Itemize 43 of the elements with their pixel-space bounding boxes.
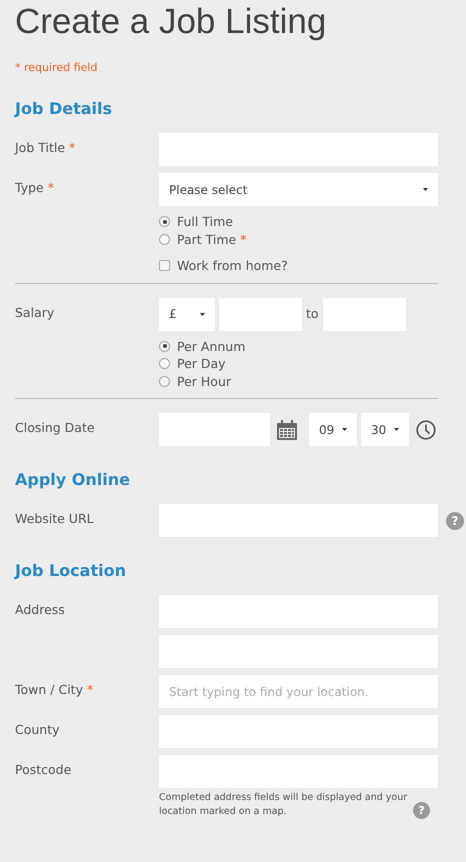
field-label: Address (15, 602, 65, 617)
checkbox[interactable] (159, 260, 170, 272)
clock-icon (416, 420, 436, 440)
required-mark: * (48, 180, 54, 195)
field-label: County (15, 722, 60, 737)
caret-icon (200, 312, 205, 316)
option-label: Per Annum (177, 338, 246, 354)
select-field[interactable]: 30 (361, 413, 409, 446)
caret-icon (394, 428, 399, 431)
option-label: Per Day (177, 356, 226, 372)
option-label: Full Time (177, 214, 233, 230)
field-label: Salary (15, 304, 54, 320)
to-label: to (306, 306, 319, 322)
option-label: Work from home? (177, 258, 288, 274)
radio-button[interactable] (159, 358, 170, 370)
radio-button[interactable] (159, 340, 170, 352)
required-note: * required field (15, 61, 98, 75)
input-field[interactable]: Start typing to find your location. (159, 675, 438, 708)
section-heading: Job Location (15, 561, 127, 581)
radio-button[interactable] (159, 234, 170, 245)
caret-icon (423, 188, 428, 191)
required-mark: * (69, 140, 76, 155)
page-title: Create a Job Listing (15, 1, 328, 43)
field-label: Postcode (15, 762, 72, 777)
radio-button[interactable] (159, 376, 170, 387)
radio-button[interactable] (159, 216, 170, 228)
field-label: Type (15, 180, 44, 195)
option-label: Part Time (177, 232, 236, 247)
help-text: Completed address fields will be displayed and your location marked on a map. (159, 791, 408, 819)
section-heading: Job Details (15, 99, 114, 119)
option-label: Per Hour (177, 374, 232, 389)
select-field[interactable]: Please select (159, 173, 438, 206)
select-field[interactable]: £ (159, 298, 215, 330)
field-label: Job Title (15, 140, 66, 155)
field-label: Closing Date (15, 420, 95, 435)
select-field[interactable]: 09 (309, 413, 357, 446)
section-heading: Apply Online (15, 470, 131, 490)
field-label: Website URL (15, 511, 94, 526)
field-label: Town / City (15, 682, 83, 697)
caret-icon (342, 428, 347, 431)
calendar-icon (277, 420, 297, 440)
required-mark: * (86, 682, 94, 697)
required-mark: * (240, 232, 246, 247)
